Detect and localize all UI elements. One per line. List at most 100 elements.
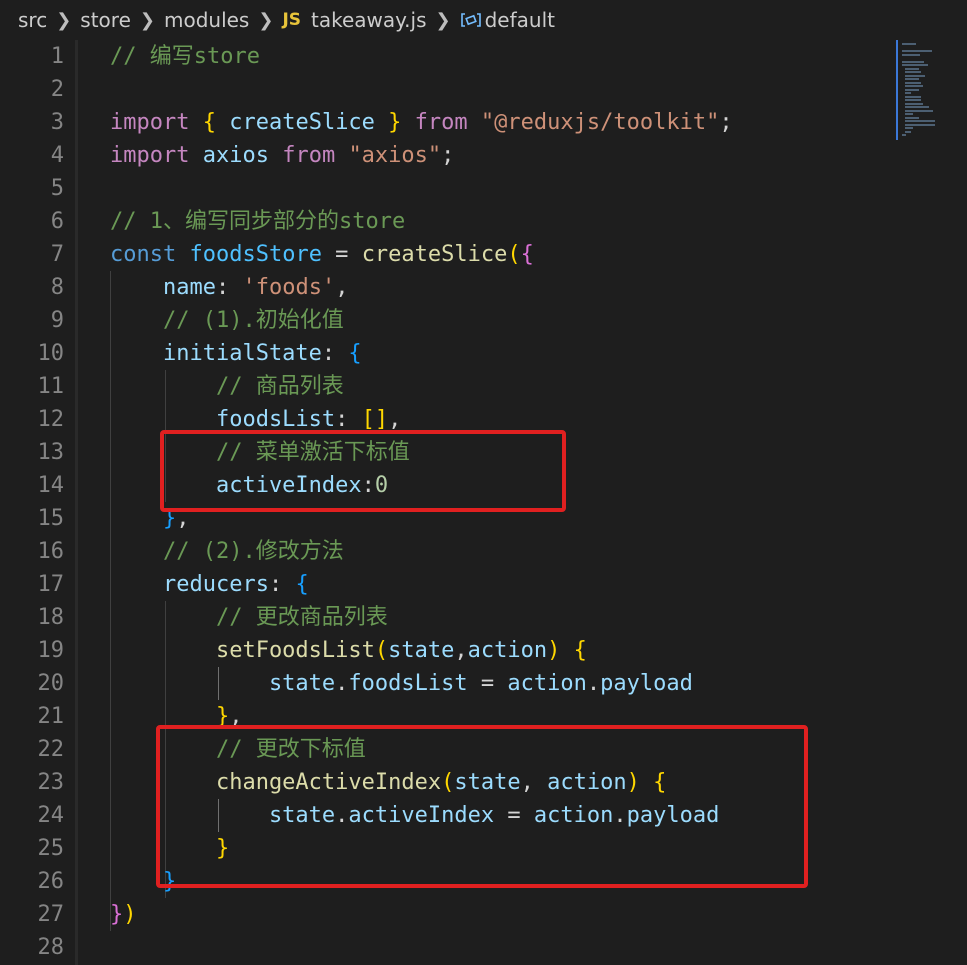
minimap[interactable] <box>896 40 961 140</box>
code-token: from <box>414 110 468 135</box>
code-token: , <box>335 275 349 300</box>
code-token: "axios" <box>348 143 442 168</box>
code-token: // 商品列表 <box>110 374 344 399</box>
minimap-line <box>905 81 921 84</box>
minimap-line <box>905 102 923 105</box>
breadcrumb-modules[interactable]: modules <box>164 8 249 32</box>
minimap-line <box>905 106 929 108</box>
code-text: // 1、编写同步部分的store <box>110 205 405 238</box>
code-token: { <box>202 110 216 135</box>
chevron-right-icon: ❯ <box>435 9 451 31</box>
minimap-line <box>905 71 921 73</box>
code-text: }) <box>110 898 137 931</box>
minimap-line <box>905 109 933 112</box>
code-token: { <box>573 638 587 663</box>
line-number: 8 <box>50 275 64 300</box>
code-token: , <box>454 638 468 663</box>
code-line[interactable]: 16 // (2).修改方法 <box>0 535 895 568</box>
code-text: // (1).初始化值 <box>110 304 344 337</box>
breadcrumb-store[interactable]: store <box>80 8 131 32</box>
minimap-line <box>902 134 906 136</box>
line-number: 18 <box>37 605 65 630</box>
code-token: axios <box>189 143 283 168</box>
code-token: ) <box>123 902 137 927</box>
code-token: . <box>335 671 349 696</box>
code-line[interactable]: 2 <box>0 73 895 106</box>
code-text: reducers: { <box>110 568 309 601</box>
minimap-line <box>902 50 932 52</box>
code-token: name <box>110 275 216 300</box>
line-number: 7 <box>50 242 64 267</box>
breadcrumb-src[interactable]: src <box>18 8 47 32</box>
code-line[interactable]: 19 setFoodsList(state,action) { <box>0 634 895 667</box>
code-token: state <box>388 638 455 663</box>
code-token: action <box>467 638 548 663</box>
code-text: // 更改商品列表 <box>110 601 388 634</box>
code-line[interactable]: 18 // 更改商品列表 <box>0 601 895 634</box>
line-number: 20 <box>37 671 65 696</box>
minimap-line <box>905 123 935 126</box>
minimap-line <box>905 67 919 70</box>
code-token: createSlice <box>361 242 508 267</box>
code-line[interactable]: 8 name: 'foods', <box>0 271 895 304</box>
code-line[interactable]: 5 <box>0 172 895 205</box>
minimap-line <box>902 60 924 63</box>
code-line[interactable]: 7 const foodsStore = createSlice({ <box>0 238 895 271</box>
code-line[interactable]: 10 initialState: { <box>0 337 895 370</box>
code-token: } <box>388 110 402 135</box>
line-number: 12 <box>37 407 65 432</box>
code-token: action <box>507 671 587 696</box>
line-number: 3 <box>50 110 64 135</box>
code-line[interactable]: 11 // 商品列表 <box>0 370 895 403</box>
code-token: , <box>388 407 402 432</box>
breadcrumb-symbol[interactable]: default <box>485 8 555 32</box>
line-number: 24 <box>37 803 65 828</box>
minimap-line <box>905 95 921 98</box>
code-token: payload <box>600 671 693 696</box>
line-number: 11 <box>37 374 65 399</box>
code-token: : <box>321 341 349 366</box>
code-token: ; <box>441 143 455 168</box>
code-text: state.foodsList = action.payload <box>110 667 693 700</box>
code-token: foodsStore <box>189 242 322 267</box>
code-token: : <box>215 275 243 300</box>
code-token: : <box>335 407 362 432</box>
js-file-icon: JS <box>282 10 302 30</box>
code-token: ( <box>374 638 389 663</box>
code-token: { <box>295 572 309 597</box>
minimap-slider[interactable] <box>896 40 898 140</box>
minimap-line <box>905 120 935 122</box>
code-text: // 商品列表 <box>110 370 344 403</box>
code-line[interactable]: 28 <box>0 931 895 964</box>
line-number: 9 <box>50 308 64 333</box>
line-number: 19 <box>37 638 65 663</box>
code-line[interactable]: 3 import { createSlice } from "@reduxjs/t… <box>0 106 895 139</box>
code-line[interactable]: 4 import axios from "axios"; <box>0 139 895 172</box>
chevron-right-icon: ❯ <box>56 9 72 31</box>
line-number: 27 <box>37 902 65 927</box>
code-token: setFoodsList <box>110 638 375 663</box>
code-text: import axios from "axios"; <box>110 139 454 172</box>
chevron-right-icon: ❯ <box>258 9 274 31</box>
line-number: 28 <box>37 935 65 960</box>
code-token: import <box>110 110 190 135</box>
minimap-line <box>902 64 928 66</box>
code-line[interactable]: 6 // 1、编写同步部分的store <box>0 205 895 238</box>
code-token: reducers <box>110 572 269 597</box>
code-line[interactable]: 17 reducers: { <box>0 568 895 601</box>
code-token: ( <box>507 242 521 267</box>
code-line[interactable]: 27}) <box>0 898 895 931</box>
code-token: // 更改商品列表 <box>110 605 388 630</box>
breadcrumb: src ❯ store ❯ modules ❯ JS takeaway.js ❯… <box>0 0 967 40</box>
code-line[interactable]: 1 // 编写store <box>0 40 895 73</box>
breadcrumb-file[interactable]: takeaway.js <box>311 8 426 32</box>
line-number: 13 <box>37 440 65 465</box>
code-token: { <box>348 341 362 366</box>
code-line[interactable]: 9 // (1).初始化值 <box>0 304 895 337</box>
code-line[interactable]: 20 state.foodsList = action.payload <box>0 667 895 700</box>
